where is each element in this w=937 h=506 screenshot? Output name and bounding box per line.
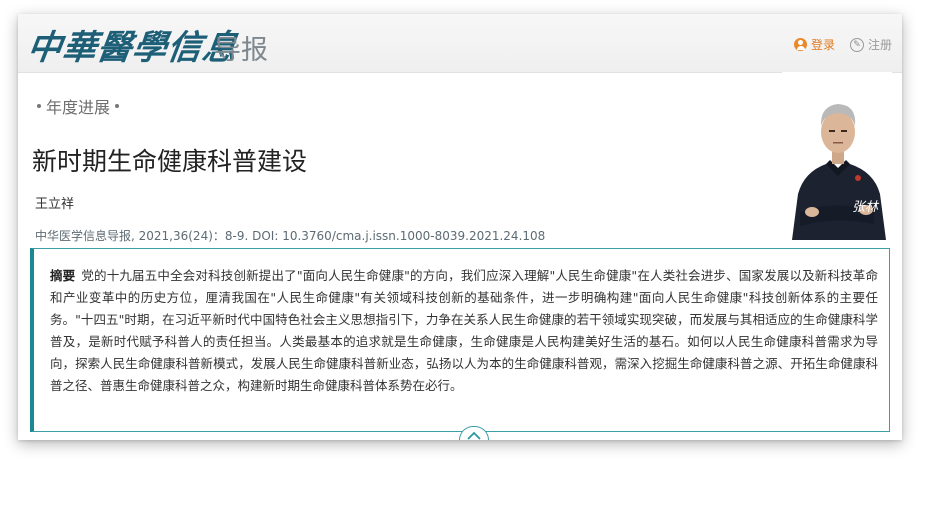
portrait-signature: 张林: [852, 200, 879, 215]
author-portrait: 张林: [782, 72, 892, 240]
article-author[interactable]: 王立祥: [35, 193, 74, 212]
abstract-paragraph: 摘要 党的十九届五中全会对科技创新提出了"面向人民生命健康"的方向，我们应深入理解…: [50, 265, 878, 397]
bullet-dot: [37, 104, 41, 108]
article-title: 新时期生命健康科普建设: [32, 147, 308, 176]
abstract-box: 摘要 党的十九届五中全会对科技创新提出了"面向人民生命健康"的方向，我们应深入理解…: [30, 248, 890, 440]
site-logo-calligraphy[interactable]: 中華醫學信息: [25, 20, 242, 69]
article-card: 中華醫學信息 导报 登录 ✎ 注册 年度进展 新时期生命健康科普建设 王立祥 中…: [18, 14, 902, 440]
section-label: 年度进展: [32, 94, 124, 118]
user-icon: [794, 38, 807, 51]
abstract-label: 摘要: [50, 268, 76, 283]
article-citation: 中华医学信息导报, 2021,36(24)：8-9. DOI: 10.3760/…: [35, 229, 546, 243]
abstract-text: 党的十九届五中全会对科技创新提出了"面向人民生命健康"的方向，我们应深入理解"人…: [50, 268, 878, 393]
pencil-icon: ✎: [850, 37, 864, 52]
collapse-button[interactable]: [459, 426, 489, 440]
register-label: 注册: [868, 38, 893, 52]
section-text: 年度进展: [46, 98, 111, 117]
site-logo-text[interactable]: 导报: [214, 28, 268, 67]
login-label: 登录: [811, 38, 836, 52]
register-link[interactable]: ✎ 注册: [850, 36, 892, 53]
site-header: 中華醫學信息 导报 登录 ✎ 注册: [18, 14, 902, 73]
login-link[interactable]: 登录: [794, 36, 835, 53]
chevron-up-icon: [467, 431, 481, 440]
bullet-dot: [115, 104, 120, 108]
